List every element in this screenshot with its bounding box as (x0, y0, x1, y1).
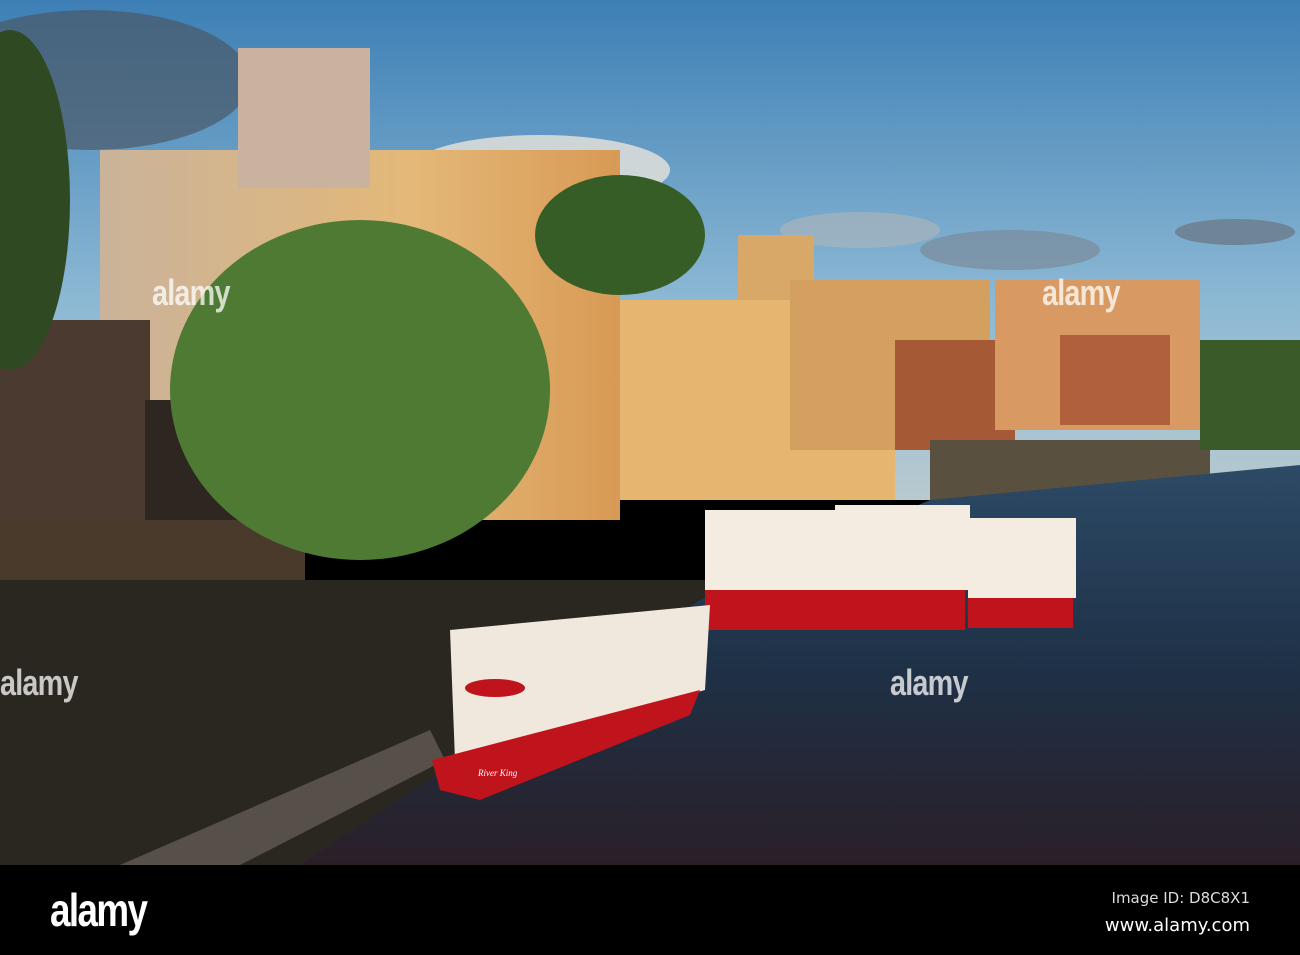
image-id: Image ID: D8C8X1 (1111, 889, 1250, 907)
cloud (920, 230, 1100, 270)
tree (170, 220, 550, 560)
stock-photo: River King alamy alamy alamy alamy alamy… (0, 0, 1300, 955)
watermark: alamy (890, 662, 968, 703)
tree (535, 175, 705, 295)
brick-building (1060, 335, 1170, 425)
trees-right (1200, 340, 1300, 450)
watermark: alamy (152, 272, 230, 313)
website-link[interactable]: www.alamy.com (1105, 915, 1250, 936)
river-scene-photo: River King (0, 0, 1300, 865)
boat-name: River King (477, 768, 518, 778)
footer-bar: alamy Image ID: D8C8X1 www.alamy.com (0, 865, 1300, 955)
watermark: alamy (1042, 272, 1120, 313)
moored-boats (705, 505, 1076, 630)
alamy-logo: alamy (50, 884, 148, 936)
tower (238, 48, 370, 188)
cloud (1175, 219, 1295, 245)
watermark: alamy (0, 662, 78, 703)
